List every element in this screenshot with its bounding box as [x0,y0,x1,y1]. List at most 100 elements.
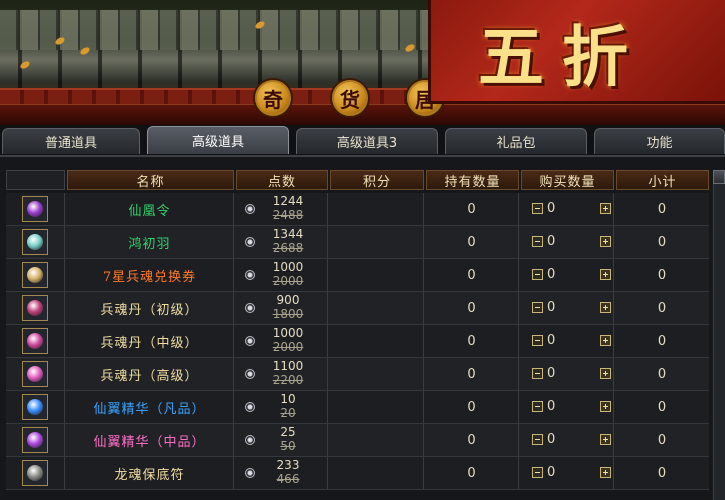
table-row[interactable]: 鸿初羽 1344 2688 0 0 0 [6,226,709,259]
table-row[interactable]: 仙翼精华（凡品） 10 20 0 0 0 [6,391,709,424]
original-points: 20 [280,406,296,420]
table-row[interactable]: 7星兵魂兑换券 1000 2000 0 0 0 [6,259,709,292]
discounted-points: 900 [276,293,300,307]
item-icon-cell [6,226,65,258]
increase-quantity-button[interactable] [600,467,611,478]
increase-quantity-button[interactable] [600,401,611,412]
held-quantity: 0 [425,193,519,225]
item-icon-cell [6,391,65,423]
increase-quantity-button[interactable] [600,368,611,379]
decrease-quantity-button[interactable] [532,434,543,445]
table-row[interactable]: 仙翼精华（中品） 25 50 0 0 0 [6,424,709,457]
buy-quantity-stepper: 0 [520,457,614,489]
subtotal: 0 [657,267,667,283]
table-row[interactable]: 兵魂丹（初级） 900 1800 0 0 0 [6,292,709,325]
scroll-icon[interactable] [22,262,48,288]
table-row[interactable]: 龙魂保底符 233 466 0 0 0 [6,457,709,490]
buy-quantity-stepper: 0 [520,226,614,258]
item-icon-glyph [27,333,43,349]
buy-quantity-value[interactable]: 0 [547,333,555,348]
points-radio-button[interactable] [245,204,255,214]
item-score-cell [329,226,424,258]
pill-icon[interactable] [22,328,48,354]
buy-quantity-value[interactable]: 0 [547,399,555,414]
increase-quantity-button[interactable] [600,203,611,214]
pill-icon[interactable] [22,295,48,321]
scrollbar-up-button[interactable] [713,170,725,184]
item-score-cell [329,424,424,456]
increase-quantity-button[interactable] [600,335,611,346]
item-icon-glyph [27,300,43,316]
decrease-quantity-button[interactable] [532,335,543,346]
buy-quantity-value[interactable]: 0 [547,366,555,381]
header-icon-column [6,170,65,190]
purple-seal-icon[interactable] [22,196,48,222]
decrease-quantity-button[interactable] [532,203,543,214]
decrease-quantity-button[interactable] [532,467,543,478]
decrease-quantity-button[interactable] [532,236,543,247]
item-price: 1000 2000 [263,260,313,288]
points-radio-button[interactable] [245,237,255,247]
item-icon-cell [6,424,65,456]
item-price: 1000 2000 [263,326,313,354]
tab-advanced-items[interactable]: 高级道具 [147,126,289,154]
shop-name-char-1: 奇 [253,78,293,118]
item-icon-glyph [27,234,43,250]
points-radio-button[interactable] [245,270,255,280]
buy-quantity-value[interactable]: 0 [547,300,555,315]
increase-quantity-button[interactable] [600,302,611,313]
buy-quantity-value[interactable]: 0 [547,465,555,480]
held-quantity: 0 [425,457,519,489]
decrease-quantity-button[interactable] [532,302,543,313]
buy-quantity-value[interactable]: 0 [547,201,555,216]
table-row[interactable]: 兵魂丹（高级） 1100 2200 0 0 0 [6,358,709,391]
buy-quantity-stepper: 0 [520,358,614,390]
increase-quantity-button[interactable] [600,269,611,280]
header-score: 积分 [330,170,424,190]
buy-quantity-value[interactable]: 0 [547,234,555,249]
discounted-points: 1000 [272,326,304,340]
blue-orb-icon[interactable] [22,394,48,420]
table-row[interactable]: 仙凰令 1244 2488 0 0 0 [6,193,709,226]
increase-quantity-button[interactable] [600,434,611,445]
stone-tablet-icon[interactable] [22,460,48,486]
buy-quantity-value[interactable]: 0 [547,432,555,447]
subtotal: 0 [657,366,667,382]
item-icon-glyph [27,399,43,415]
tab-functions[interactable]: 功能 [594,128,725,154]
held-quantity: 0 [425,358,519,390]
item-icon-cell [6,457,65,489]
purple-orb-icon[interactable] [22,427,48,453]
tab-advanced-items-3[interactable]: 高级道具3 [296,128,438,154]
item-points-cell: 1100 2200 [235,358,328,390]
item-name: 7星兵魂兑换券 [66,259,234,291]
points-radio-button[interactable] [245,468,255,478]
buy-quantity-value[interactable]: 0 [547,267,555,282]
header-points: 点数 [236,170,328,190]
item-price: 900 1800 [263,293,313,321]
item-points-cell: 1000 2000 [235,259,328,291]
points-radio-button[interactable] [245,336,255,346]
buy-quantity-stepper: 0 [520,259,614,291]
tab-gift-packs[interactable]: 礼品包 [445,128,587,154]
item-score-cell [329,292,424,324]
pill-icon[interactable] [22,361,48,387]
points-radio-button[interactable] [245,369,255,379]
item-score-cell [329,193,424,225]
item-name: 兵魂丹（中级） [66,325,234,357]
decrease-quantity-button[interactable] [532,368,543,379]
points-radio-button[interactable] [245,303,255,313]
tab-normal-items[interactable]: 普通道具 [2,128,140,154]
points-radio-button[interactable] [245,402,255,412]
subtotal: 0 [657,432,667,448]
points-radio-button[interactable] [245,435,255,445]
subtotal: 0 [657,333,667,349]
feather-icon[interactable] [22,229,48,255]
table-row[interactable]: 兵魂丹（中级） 1000 2000 0 0 0 [6,325,709,358]
header-name: 名称 [67,170,234,190]
decrease-quantity-button[interactable] [532,269,543,280]
item-price: 10 20 [263,392,313,420]
decrease-quantity-button[interactable] [532,401,543,412]
increase-quantity-button[interactable] [600,236,611,247]
original-points: 2000 [272,340,304,354]
